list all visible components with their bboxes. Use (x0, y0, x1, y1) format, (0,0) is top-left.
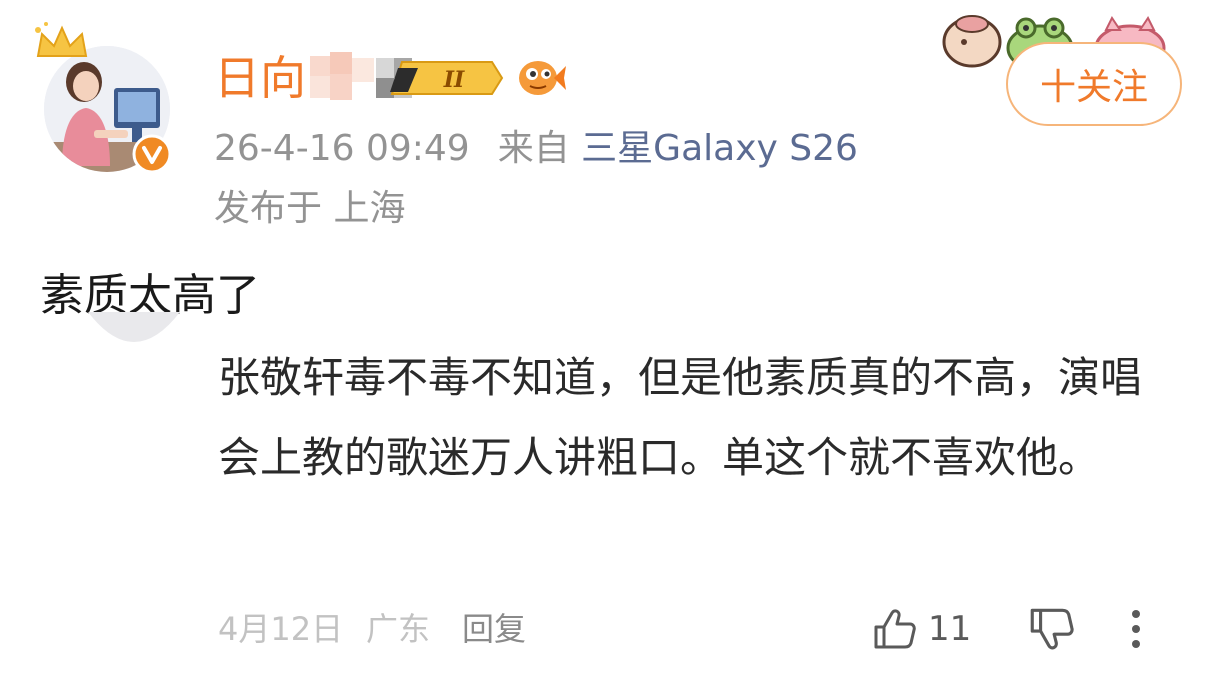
comment-date: 4月12日 (218, 610, 344, 648)
post-timestamp: 26-4-16 09:49 (214, 128, 470, 169)
post-location: 发布于 上海 (214, 188, 406, 229)
like-button[interactable]: 11 (870, 604, 971, 654)
follow-button[interactable]: 十关注 (1006, 42, 1182, 126)
follow-label: 十关注 (1039, 67, 1148, 108)
comment-text: 张敬轩毒不毒不知道，但是他素质真的不高，演唱会上教的歌迷万人讲粗口。单这个就不喜… (218, 353, 1143, 482)
comment-region: 广东 (366, 610, 431, 648)
comment-avatar-partial (88, 312, 180, 342)
device-link[interactable]: 三星Galaxy S26 (581, 128, 858, 169)
crown-icon (35, 22, 88, 57)
thumbs-down-icon[interactable] (1026, 604, 1076, 654)
verified-v-badge-icon (132, 134, 172, 174)
source-prefix: 来自 (497, 128, 570, 169)
hamster-sticker-icon (942, 15, 1002, 68)
username[interactable]: 日向 (214, 50, 306, 106)
level-badge-text: II (443, 67, 465, 93)
post-meta: 26-4-16 09:49 来自 三星Galaxy S26 (214, 126, 858, 172)
level-badge: II (388, 58, 504, 98)
thumbs-up-icon (874, 609, 916, 649)
like-count: 11 (928, 609, 972, 649)
reply-button[interactable]: 回复 (462, 608, 526, 650)
fish-icon (519, 61, 566, 95)
more-vertical-icon[interactable] (1118, 604, 1154, 654)
